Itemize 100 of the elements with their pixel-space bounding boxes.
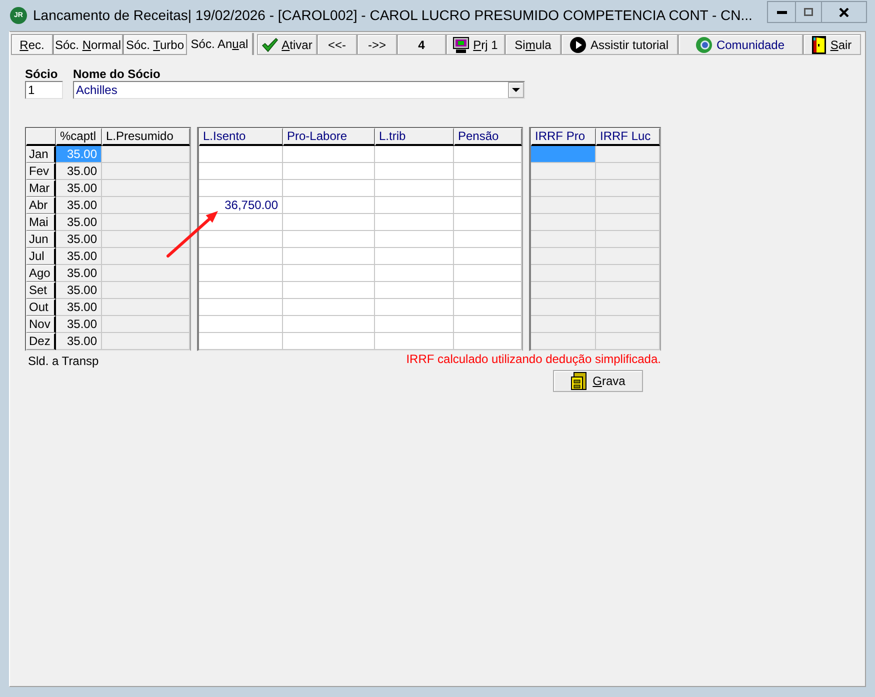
table-cell[interactable] (375, 180, 454, 197)
table-cell[interactable] (199, 282, 283, 299)
table-cell[interactable] (199, 316, 283, 333)
minimize-button[interactable] (767, 1, 796, 23)
table-cell[interactable] (375, 299, 454, 316)
table-cell[interactable] (199, 248, 283, 265)
table-cell[interactable] (283, 265, 375, 282)
month-header: Abr (26, 197, 56, 214)
exit-button[interactable]: Sair (803, 34, 861, 55)
table-cell[interactable] (375, 231, 454, 248)
table-cell[interactable] (283, 316, 375, 333)
table-cell[interactable] (454, 163, 522, 180)
column-header: L.trib (375, 128, 454, 146)
table-cell[interactable] (375, 163, 454, 180)
table-cell[interactable] (454, 214, 522, 231)
month-header: Mar (26, 180, 56, 197)
table-cell[interactable] (283, 299, 375, 316)
tab[interactable]: Rec. (11, 34, 53, 55)
close-button[interactable] (822, 1, 867, 23)
monitor-icon (453, 36, 470, 52)
table-cell[interactable] (283, 231, 375, 248)
tutorial-button[interactable]: Assistir tutorial (561, 34, 678, 55)
table-cell[interactable] (375, 282, 454, 299)
caret-icon (512, 88, 520, 92)
month-header: Ago (26, 265, 56, 282)
maximize-button[interactable] (796, 1, 822, 23)
table-cell[interactable] (199, 231, 283, 248)
table-cell: 35.00 (56, 214, 102, 231)
table-cell[interactable]: 36,750.00 (199, 197, 283, 214)
table-cell[interactable] (199, 299, 283, 316)
table-cell: 35.00 (56, 231, 102, 248)
table-cell[interactable] (454, 180, 522, 197)
table-cell[interactable] (199, 146, 283, 163)
table-cell[interactable] (199, 163, 283, 180)
table-cell[interactable] (283, 197, 375, 214)
community-button[interactable]: Comunidade (678, 34, 803, 55)
table-cell[interactable] (375, 214, 454, 231)
tab[interactable]: Sóc. Turbo (123, 34, 187, 55)
table-cell: 35.00 (56, 248, 102, 265)
table-cell[interactable] (454, 282, 522, 299)
table-cell[interactable] (283, 214, 375, 231)
partner-number-field[interactable]: 1 (25, 81, 63, 99)
table-cell: 35.00 (56, 197, 102, 214)
irrf-note: IRRF calculado utilizando dedução simplificada. (406, 352, 661, 366)
table-cell: 35.00 (56, 316, 102, 333)
table-cell[interactable] (454, 265, 522, 282)
table-cell[interactable] (454, 316, 522, 333)
table-cell[interactable] (199, 180, 283, 197)
table-cell[interactable] (283, 146, 375, 163)
table-cell: 35.00 (56, 163, 102, 180)
next-button[interactable]: ->> (357, 34, 397, 55)
table-cell[interactable] (454, 299, 522, 316)
column-header: Pro-Labore (283, 128, 375, 146)
table-cell[interactable] (199, 333, 283, 350)
table-cell[interactable] (199, 265, 283, 282)
activate-button[interactable]: Ativar (257, 34, 317, 55)
month-header: Nov (26, 316, 56, 333)
simulate-button[interactable]: Simula (505, 34, 561, 55)
table-cell[interactable] (283, 180, 375, 197)
previous-button[interactable]: <<- (317, 34, 357, 55)
table-cell[interactable] (454, 197, 522, 214)
table-cell[interactable] (375, 146, 454, 163)
table-cell[interactable] (454, 333, 522, 350)
number-button[interactable]: 4 (397, 34, 446, 55)
table-cell[interactable] (199, 214, 283, 231)
month-header: Fev (26, 163, 56, 180)
door-icon (812, 36, 826, 54)
play-icon (570, 36, 586, 52)
minimize-icon (776, 10, 786, 14)
table-cell[interactable] (375, 316, 454, 333)
column-header: Pensão (454, 128, 522, 146)
table-cell: 35.00 (56, 282, 102, 299)
month-header: Jan (26, 146, 56, 163)
table-cell[interactable] (375, 333, 454, 350)
column-header: IRRF Pro (531, 128, 596, 146)
partner-name-dropdown[interactable]: Achilles (73, 81, 525, 99)
month-header: Set (26, 282, 56, 299)
table-cell[interactable] (375, 248, 454, 265)
column-header: L.Isento (199, 128, 283, 146)
cabinet-icon (570, 372, 587, 390)
month-header: Dez (26, 333, 56, 350)
table-cell[interactable] (454, 146, 522, 163)
table-cell[interactable] (283, 163, 375, 180)
month-header: Mai (26, 214, 56, 231)
table-cell[interactable] (454, 248, 522, 265)
save-button[interactable]: Grava (553, 370, 643, 392)
project-button[interactable]: Prj 1 (446, 34, 505, 55)
table-cell[interactable] (283, 248, 375, 265)
maximize-icon (804, 8, 813, 16)
checkmark-icon (262, 38, 278, 52)
table-cell[interactable] (375, 197, 454, 214)
month-header: Jul (26, 248, 56, 265)
dropdown-button[interactable] (508, 82, 524, 98)
table-cell[interactable] (283, 333, 375, 350)
tab[interactable]: Sóc. Normal (53, 34, 123, 55)
table-cell[interactable] (283, 282, 375, 299)
column-header: %captl (56, 128, 102, 146)
table-cell: 35.00 (56, 180, 102, 197)
table-cell[interactable] (375, 265, 454, 282)
table-cell[interactable] (454, 231, 522, 248)
